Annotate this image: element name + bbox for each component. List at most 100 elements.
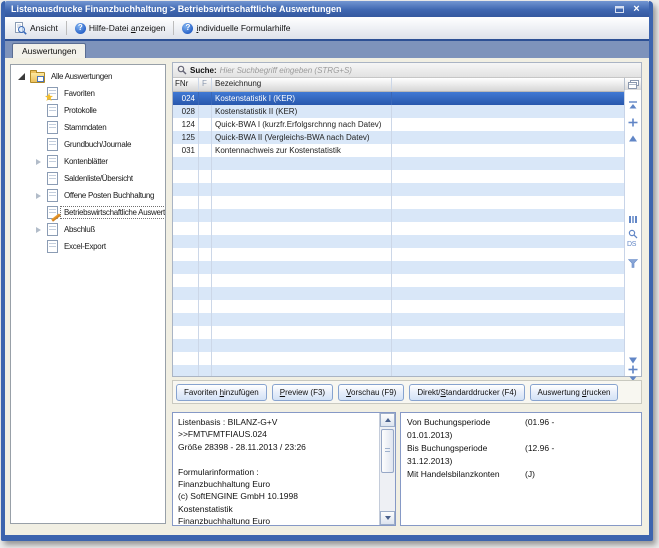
- page-icon: [47, 104, 58, 117]
- ansicht-label: Ansicht: [30, 23, 58, 33]
- list-body: 024Kostenstatistik I (KER) 028Kostenstat…: [173, 92, 625, 376]
- list-empty-row: [173, 183, 625, 196]
- tab-auswertungen[interactable]: Auswertungen: [12, 43, 86, 58]
- list-empty-row: [173, 235, 625, 248]
- toolbar-separator: [173, 21, 174, 35]
- list-empty-row: [173, 326, 625, 339]
- list-empty-row: [173, 248, 625, 261]
- favoriten-hinzufuegen-button[interactable]: Favoriten hinzufügen: [176, 384, 267, 401]
- tree-item-label: Abschluß: [61, 224, 98, 235]
- scroll-up-button[interactable]: [380, 413, 395, 427]
- col-fnr[interactable]: FNr: [173, 78, 199, 91]
- col-empty: [392, 78, 625, 91]
- vorschau-button[interactable]: Vorschau (F9): [338, 384, 404, 401]
- info-line: Größe 28398 - 28.11.2013 / 23:26: [178, 441, 375, 453]
- preview-button[interactable]: Preview (F3): [272, 384, 333, 401]
- report-tree: Alle Auswertungen Favoriten Protokolle S…: [10, 64, 166, 524]
- expander-closed-icon[interactable]: [33, 159, 44, 165]
- page-icon: [47, 138, 58, 151]
- report-list: Suche: FNr F Bezeichnung 024Kostenstatis…: [172, 62, 642, 377]
- param-label: Mit Handelsbilanzkonten: [407, 468, 525, 481]
- tree-item-grundbuch[interactable]: Grundbuch/Journale: [11, 136, 165, 153]
- param-value: (J): [525, 468, 535, 481]
- info-panel: Listenbasis : BILANZ-G+V >>FMT\FMTFIAUS.…: [172, 412, 396, 526]
- preview-icon: [14, 22, 27, 35]
- toolbar: Ansicht ? Hilfe-Datei anzeigen ? individ…: [5, 17, 649, 41]
- help-icon: ?: [182, 23, 193, 34]
- tree-item-favoriten[interactable]: Favoriten: [11, 85, 165, 102]
- tree-item-label: Excel-Export: [61, 241, 109, 252]
- list-row-selected[interactable]: 024Kostenstatistik I (KER): [173, 92, 625, 105]
- tree-item-excel-export[interactable]: Excel-Export: [11, 238, 165, 255]
- list-empty-row: [173, 261, 625, 274]
- search-bar: Suche:: [173, 63, 641, 78]
- info-scrollbar[interactable]: [379, 413, 395, 525]
- tree-item-offene-posten[interactable]: Offene Posten Buchhaltung: [11, 187, 165, 204]
- info-line: Finanzbuchhaltung Euro: [178, 478, 375, 490]
- list-header: FNr F Bezeichnung: [173, 78, 641, 92]
- formularhilfe-button[interactable]: ? individuelle Formularhilfe: [177, 21, 295, 36]
- list-empty-row: [173, 287, 625, 300]
- param-label: Bis Buchungsperiode: [407, 442, 525, 455]
- list-empty-row: [173, 196, 625, 209]
- list-row[interactable]: 124Quick-BWA I (kurzfr.Erfolgsrchnng nac…: [173, 118, 625, 131]
- scroll-down-button[interactable]: [380, 511, 395, 525]
- search-icon: [177, 65, 187, 75]
- info-line: Kostenstatistik: [178, 503, 375, 515]
- ansicht-button[interactable]: Ansicht: [9, 20, 63, 37]
- param-value-continued: 31.12.2013): [407, 455, 635, 468]
- title-bar: Listenausdrucke Finanzbuchhaltung > Betr…: [5, 1, 649, 17]
- expander-open-icon[interactable]: [16, 73, 27, 80]
- list-empty-row: [173, 352, 625, 365]
- param-value: (12.96 -: [525, 442, 554, 455]
- tree-item-stammdaten[interactable]: Stammdaten: [11, 119, 165, 136]
- list-row[interactable]: 125Quick-BWA II (Vergleichs-BWA nach Dat…: [173, 131, 625, 144]
- tree-item-label: Favoriten: [61, 88, 98, 99]
- window-title: Listenausdrucke Finanzbuchhaltung > Betr…: [11, 4, 612, 14]
- param-row: Bis Buchungsperiode(12.96 - 31.12.2013): [407, 442, 635, 468]
- col-bezeichnung[interactable]: Bezeichnung: [212, 78, 392, 91]
- folder-icon: [30, 72, 45, 83]
- tree-item-alle-auswertungen[interactable]: Alle Auswertungen: [11, 68, 165, 85]
- col-f[interactable]: F: [199, 78, 212, 91]
- tree-item-kontenblaetter[interactable]: Kontenblätter: [11, 153, 165, 170]
- page-icon: [47, 240, 58, 253]
- scroll-to-top-icon[interactable]: [628, 96, 638, 114]
- param-value: (01.96 -: [525, 416, 554, 429]
- close-icon[interactable]: ×: [630, 3, 643, 15]
- scroll-up-icon[interactable]: [628, 129, 638, 147]
- tree-item-abschluss[interactable]: Abschluß: [11, 221, 165, 238]
- direkt-standarddrucker-button[interactable]: Direkt/Standarddrucker (F4): [409, 384, 524, 401]
- tab-strip: Auswertungen: [5, 41, 649, 58]
- expander-closed-icon[interactable]: [33, 193, 44, 199]
- hilfe-datei-button[interactable]: ? Hilfe-Datei anzeigen: [70, 21, 171, 36]
- search-label: Suche:: [190, 66, 217, 75]
- info-line: [178, 453, 375, 465]
- info-line: (c) SoftENGINE GmbH 10.1998: [178, 490, 375, 502]
- arrow-down-icon: [385, 516, 391, 520]
- toolbar-separator: [66, 21, 67, 35]
- app-window: Listenausdrucke Finanzbuchhaltung > Betr…: [1, 1, 653, 541]
- page-star-icon: [47, 87, 58, 100]
- page-icon: [47, 223, 58, 236]
- restore-icon[interactable]: [612, 3, 626, 15]
- list-empty-row: [173, 365, 625, 376]
- search-input[interactable]: [220, 65, 637, 76]
- info-line: Finanzbuchhaltung Euro: [178, 515, 375, 524]
- list-row[interactable]: 031Kontennachweis zur Kostenstatistik: [173, 144, 625, 157]
- param-row: Von Buchungsperiode(01.96 - 01.01.2013): [407, 416, 635, 442]
- tree-item-protokolle[interactable]: Protokolle: [11, 102, 165, 119]
- expander-closed-icon[interactable]: [33, 227, 44, 233]
- auswertung-drucken-button[interactable]: Auswertung drucken: [530, 384, 619, 401]
- tree-item-label: Protokolle: [61, 105, 100, 116]
- tree-item-label: Grundbuch/Journale: [61, 139, 134, 150]
- tree-item-saldenliste[interactable]: Saldenliste/Übersicht: [11, 170, 165, 187]
- filter-icon[interactable]: [628, 255, 638, 273]
- list-row[interactable]: 028Kostenstatistik II (KER): [173, 105, 625, 118]
- record-counter-icon[interactable]: DS: [627, 241, 636, 248]
- tree-item-label: Offene Posten Buchhaltung: [61, 190, 157, 201]
- tree-item-label: Stammdaten: [61, 122, 109, 133]
- tree-item-betriebswirtschaftliche-auswertungen[interactable]: Betriebswirtschaftliche Auswertungen: [11, 204, 165, 221]
- page-pencil-icon: [47, 206, 58, 219]
- scroll-thumb[interactable]: [381, 429, 394, 473]
